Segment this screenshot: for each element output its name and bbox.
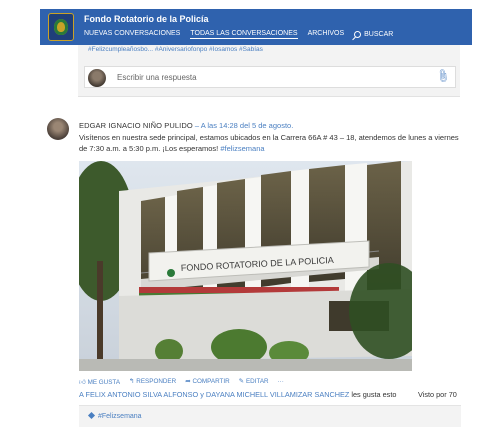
post-tags-bar: #Felizsemana	[79, 405, 461, 427]
tag-icon	[87, 411, 96, 420]
edit-button[interactable]: ✎ EDITAR	[239, 378, 269, 386]
paperclip-icon[interactable]: 📎︎	[434, 68, 451, 85]
pencil-icon: ✎	[238, 378, 244, 385]
nav-new-conversations[interactable]: NUEVAS CONVERSACIONES	[84, 30, 180, 39]
nav-all-conversations[interactable]: TODAS LAS CONVERSACIONES	[190, 30, 298, 39]
avatar	[88, 69, 106, 87]
more-button[interactable]: ···	[278, 378, 284, 386]
search-icon	[354, 31, 362, 38]
app-title[interactable]: Fondo Rotatorio de la Policía	[84, 14, 209, 24]
main-nav: NUEVAS CONVERSACIONES TODAS LAS CONVERSA…	[84, 30, 393, 39]
app-logo[interactable]	[48, 13, 74, 41]
building-photo: FONDO ROTATORIO DE LA POLICIA	[79, 161, 412, 371]
nav-search-label: BUSCAR	[364, 31, 394, 38]
nav-files[interactable]: ARCHIVOS	[308, 30, 345, 39]
post-actions: 👍︎ ME GUSTA ↰ RESPONDER ➦ COMPARTIR ✎ EDITAR…	[79, 378, 284, 386]
previous-post-tags[interactable]: #Felizcumpleañosbo... #Aniversariofonpo …	[88, 46, 448, 55]
reply-input[interactable]: Escribir una respuesta	[117, 73, 197, 82]
shield-icon	[54, 19, 68, 35]
top-bar: Fondo Rotatorio de la Policía NUEVAS CON…	[40, 9, 472, 45]
avatar[interactable]	[47, 118, 69, 140]
post-timestamp[interactable]: – A las 14:28 del 5 de agosto.	[195, 121, 293, 130]
reply-box[interactable]: Escribir una respuesta 📎︎	[84, 66, 456, 88]
likes-summary: A FELIX ANTONIO SILVA ALFONSO y DAYANA M…	[79, 390, 396, 399]
post-header: EDGAR IGNACIO NIÑO PULIDO – A las 14:28 …	[79, 121, 293, 130]
post-body: Visítenos en nuestra sede principal, est…	[79, 133, 459, 154]
post-author[interactable]: EDGAR IGNACIO NIÑO PULIDO	[79, 121, 193, 130]
like-button[interactable]: 👍︎ ME GUSTA	[79, 378, 120, 386]
nav-search[interactable]: BUSCAR	[354, 30, 393, 39]
share-button[interactable]: ➦ COMPARTIR	[185, 378, 229, 386]
share-icon: ➦	[185, 378, 191, 385]
post-text: Visítenos en nuestra sede principal, est…	[79, 133, 459, 153]
seal-icon	[167, 269, 175, 277]
post-hashtag[interactable]: #felizsemana	[220, 144, 264, 153]
reply-button[interactable]: ↰ RESPONDER	[129, 378, 176, 386]
likers-link[interactable]: A FELIX ANTONIO SILVA ALFONSO y DAYANA M…	[79, 390, 349, 399]
seen-count[interactable]: Visto por 70	[418, 390, 457, 399]
thumbs-up-icon: 👍︎	[79, 379, 86, 386]
reply-arrow-icon: ↰	[129, 378, 135, 385]
post-photo[interactable]: FONDO ROTATORIO DE LA POLICIA	[79, 161, 412, 371]
likes-text: les gusta esto	[351, 390, 397, 399]
post-tag[interactable]: #Felizsemana	[87, 411, 142, 420]
